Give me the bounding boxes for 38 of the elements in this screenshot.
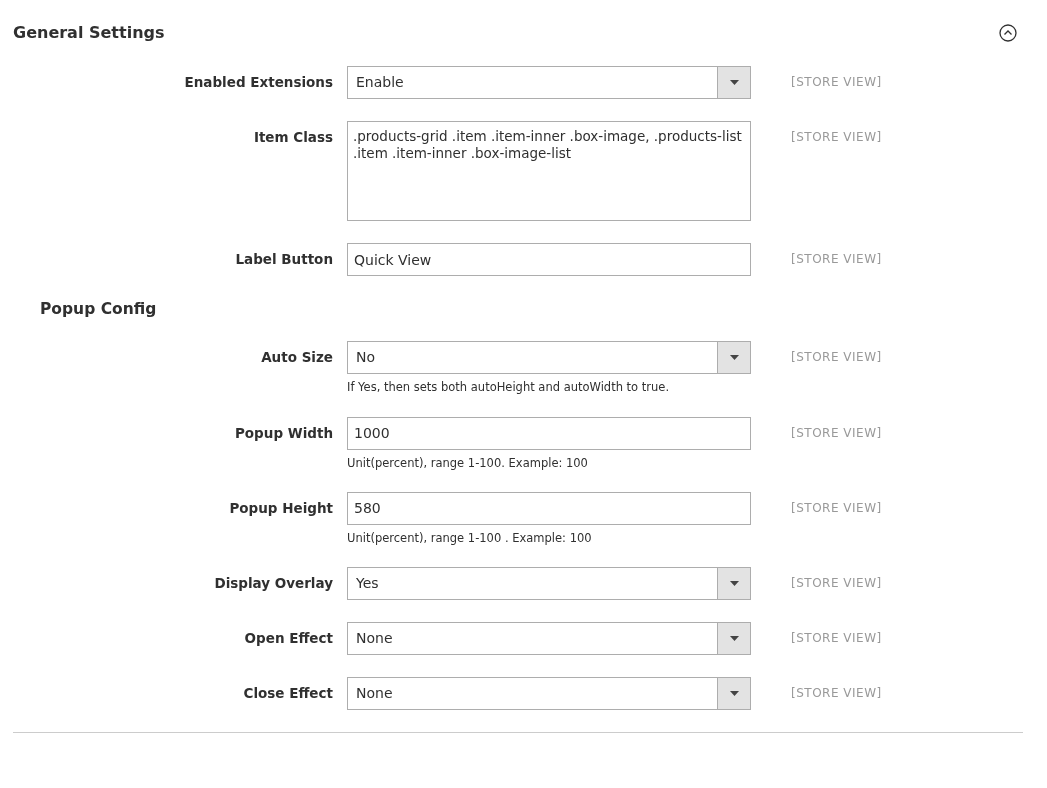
help-text: If Yes, then sets both autoHeight and autoWidth to true. <box>347 379 671 397</box>
dropdown[interactable]: Yes <box>347 567 751 600</box>
text-input[interactable]: Quick View <box>347 243 751 276</box>
field-label: Popup Width <box>233 423 334 443</box>
field-label: Auto Size <box>260 348 334 368</box>
scope-label: [STORE VIEW] <box>790 499 882 517</box>
field-label: Item Class <box>252 128 334 147</box>
help-text: Unit(percent), range 1-100 . Example: 100 <box>347 529 593 547</box>
field-label: Popup Height <box>228 498 334 518</box>
help-text: Unit(percent), range 1-100. Example: 100 <box>347 454 589 472</box>
field-label: Enabled Extensions <box>183 73 334 92</box>
caret-icon <box>729 691 739 696</box>
scope-label: [STORE VIEW] <box>790 685 882 702</box>
scope-label: [STORE VIEW] <box>790 129 882 146</box>
caret-icon <box>729 355 739 361</box>
dropdown[interactable]: Enable <box>347 66 751 99</box>
field-label: Open Effect <box>243 629 334 648</box>
field-label: Label Button <box>234 250 334 269</box>
scope-label: [STORE VIEW] <box>790 251 882 268</box>
section-title[interactable]: General Settings <box>13 21 165 45</box>
caret-icon <box>729 636 739 641</box>
text-area[interactable]: .products-grid .item .item-inner .box-image, .products-list .item .item-inner .box-image-list <box>347 121 751 221</box>
scope-label: [STORE VIEW] <box>790 349 882 367</box>
caret-icon <box>729 581 739 586</box>
scope-label: [STORE VIEW] <box>790 424 882 442</box>
dropdown[interactable]: No <box>347 341 751 375</box>
text-input[interactable]: 580 <box>347 491 751 525</box>
collapse-icon[interactable] <box>999 24 1017 42</box>
scope-label: [STORE VIEW] <box>790 575 882 592</box>
dropdown[interactable]: None <box>347 622 751 655</box>
text-input[interactable]: 1000 <box>347 416 751 450</box>
subsection-heading: Popup Config <box>39 299 158 320</box>
caret-icon <box>729 80 739 85</box>
field-label: Display Overlay <box>213 574 334 593</box>
scope-label: [STORE VIEW] <box>790 74 882 91</box>
scope-label: [STORE VIEW] <box>790 630 882 647</box>
dropdown[interactable]: None <box>347 677 751 710</box>
field-label: Close Effect <box>242 684 334 703</box>
